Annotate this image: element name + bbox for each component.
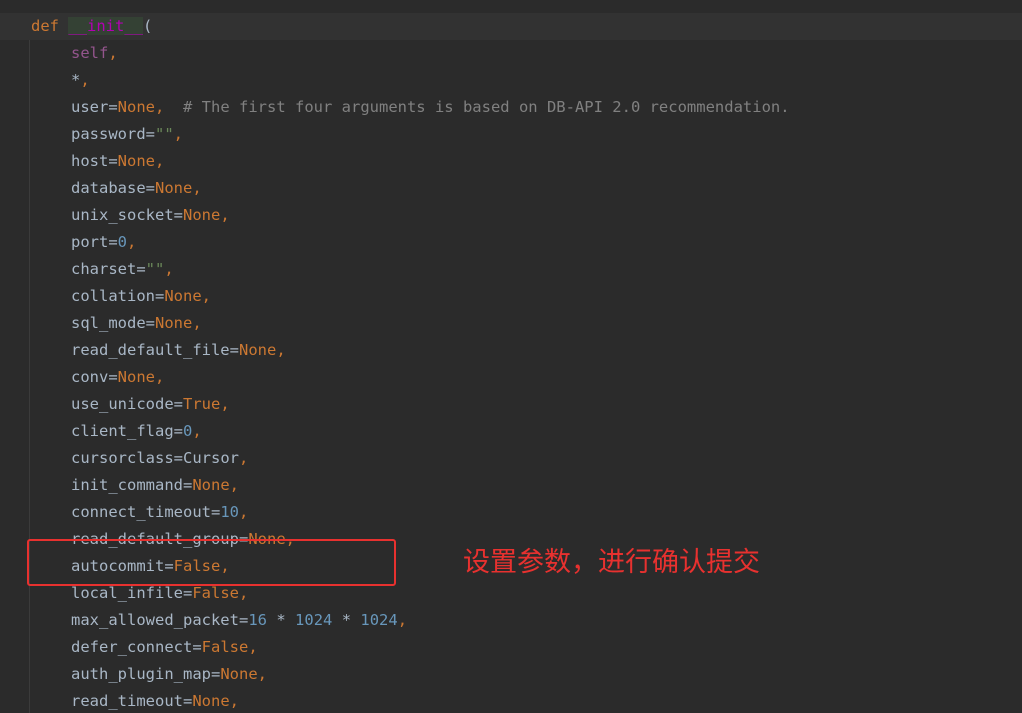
param-value: None: [183, 206, 221, 224]
code-line-port[interactable]: port=0,: [0, 229, 1022, 256]
param-value: 16 * 1024 * 1024: [248, 611, 398, 629]
code-editor[interactable]: def __init__( self, *, user=None, # The …: [0, 0, 1022, 713]
param-name: charset: [71, 260, 137, 278]
code-line-client-flag[interactable]: client_flag=0,: [0, 418, 1022, 445]
code-line-init-command[interactable]: init_command=None,: [0, 472, 1022, 499]
code-line-connect-timeout[interactable]: connect_timeout=10,: [0, 499, 1022, 526]
code-line-defer-connect[interactable]: defer_connect=False,: [0, 634, 1022, 661]
param-value: False: [192, 584, 239, 602]
param-value: "": [145, 260, 165, 278]
code-line-cursorclass[interactable]: cursorclass=Cursor,: [0, 445, 1022, 472]
function-name: __init__: [68, 17, 143, 35]
param-name: local_infile: [71, 584, 183, 602]
code-line-unix-socket[interactable]: unix_socket=None,: [0, 202, 1022, 229]
param-name: use_unicode: [71, 395, 174, 413]
param-value: None: [220, 665, 258, 683]
code-line-user[interactable]: user=None, # The first four arguments is…: [0, 94, 1022, 121]
param-value: None: [164, 287, 202, 305]
code-line-sql-mode[interactable]: sql_mode=None,: [0, 310, 1022, 337]
code-area[interactable]: def __init__( self, *, user=None, # The …: [0, 13, 1022, 713]
code-line-host[interactable]: host=None,: [0, 148, 1022, 175]
code-line-password[interactable]: password="",: [0, 121, 1022, 148]
param-name: init_command: [71, 476, 183, 494]
code-line-conv[interactable]: conv=None,: [0, 364, 1022, 391]
param-name: user: [71, 98, 109, 116]
param-value: None: [155, 314, 193, 332]
param-value: 0: [183, 422, 193, 440]
code-line-self[interactable]: self,: [0, 40, 1022, 67]
param-value: False: [201, 638, 249, 656]
def-keyword: def: [31, 17, 59, 35]
code-line-use-unicode[interactable]: use_unicode=True,: [0, 391, 1022, 418]
param-name: read_default_file: [71, 341, 230, 359]
code-line-read-timeout[interactable]: read_timeout=None,: [0, 688, 1022, 713]
annotation-text: 设置参数，进行确认提交: [463, 547, 760, 578]
param-name: collation: [71, 287, 155, 305]
code-line-def[interactable]: def __init__(: [0, 13, 1022, 40]
param-name: client_flag: [71, 422, 174, 440]
code-line-database[interactable]: database=None,: [0, 175, 1022, 202]
code-line-star[interactable]: *,: [0, 67, 1022, 94]
param-value: Cursor: [183, 449, 239, 467]
param-value: None: [192, 476, 230, 494]
param-value: 0: [117, 233, 128, 251]
code-line-read-default-file[interactable]: read_default_file=None,: [0, 337, 1022, 364]
param-name: sql_mode: [71, 314, 146, 332]
param-name: auth_plugin_map: [71, 665, 211, 683]
param-value: None: [238, 341, 277, 359]
code-comment: # The first four arguments is based on D…: [183, 98, 790, 116]
param-name: unix_socket: [71, 206, 174, 224]
param-value: None: [192, 692, 230, 710]
param-name: conv: [71, 368, 109, 386]
param-value: None: [117, 368, 155, 386]
open-paren: (: [143, 17, 153, 35]
param-name: port: [71, 233, 109, 251]
code-line-collation[interactable]: collation=None,: [0, 283, 1022, 310]
star-param: *: [71, 71, 81, 89]
param-value: None: [117, 152, 155, 170]
param-name: connect_timeout: [71, 503, 211, 521]
param-name: max_allowed_packet: [71, 611, 239, 629]
code-line-max-allowed-packet[interactable]: max_allowed_packet=16 * 1024 * 1024,: [0, 607, 1022, 634]
param-name: host: [71, 152, 109, 170]
param-name: read_timeout: [71, 692, 183, 710]
param-name: cursorclass: [71, 449, 174, 467]
param-name: database: [71, 179, 146, 197]
autocommit-highlight-box: [27, 539, 396, 586]
code-line-auth-plugin-map[interactable]: auth_plugin_map=None,: [0, 661, 1022, 688]
code-line-charset[interactable]: charset="",: [0, 256, 1022, 283]
param-value: "": [155, 125, 174, 143]
param-value: 10: [220, 503, 239, 521]
param-value: None: [155, 179, 193, 197]
self-param: self: [71, 44, 109, 62]
param-value: None: [117, 98, 155, 116]
param-value: True: [183, 395, 221, 413]
param-name: password: [71, 125, 146, 143]
param-name: defer_connect: [71, 638, 193, 656]
